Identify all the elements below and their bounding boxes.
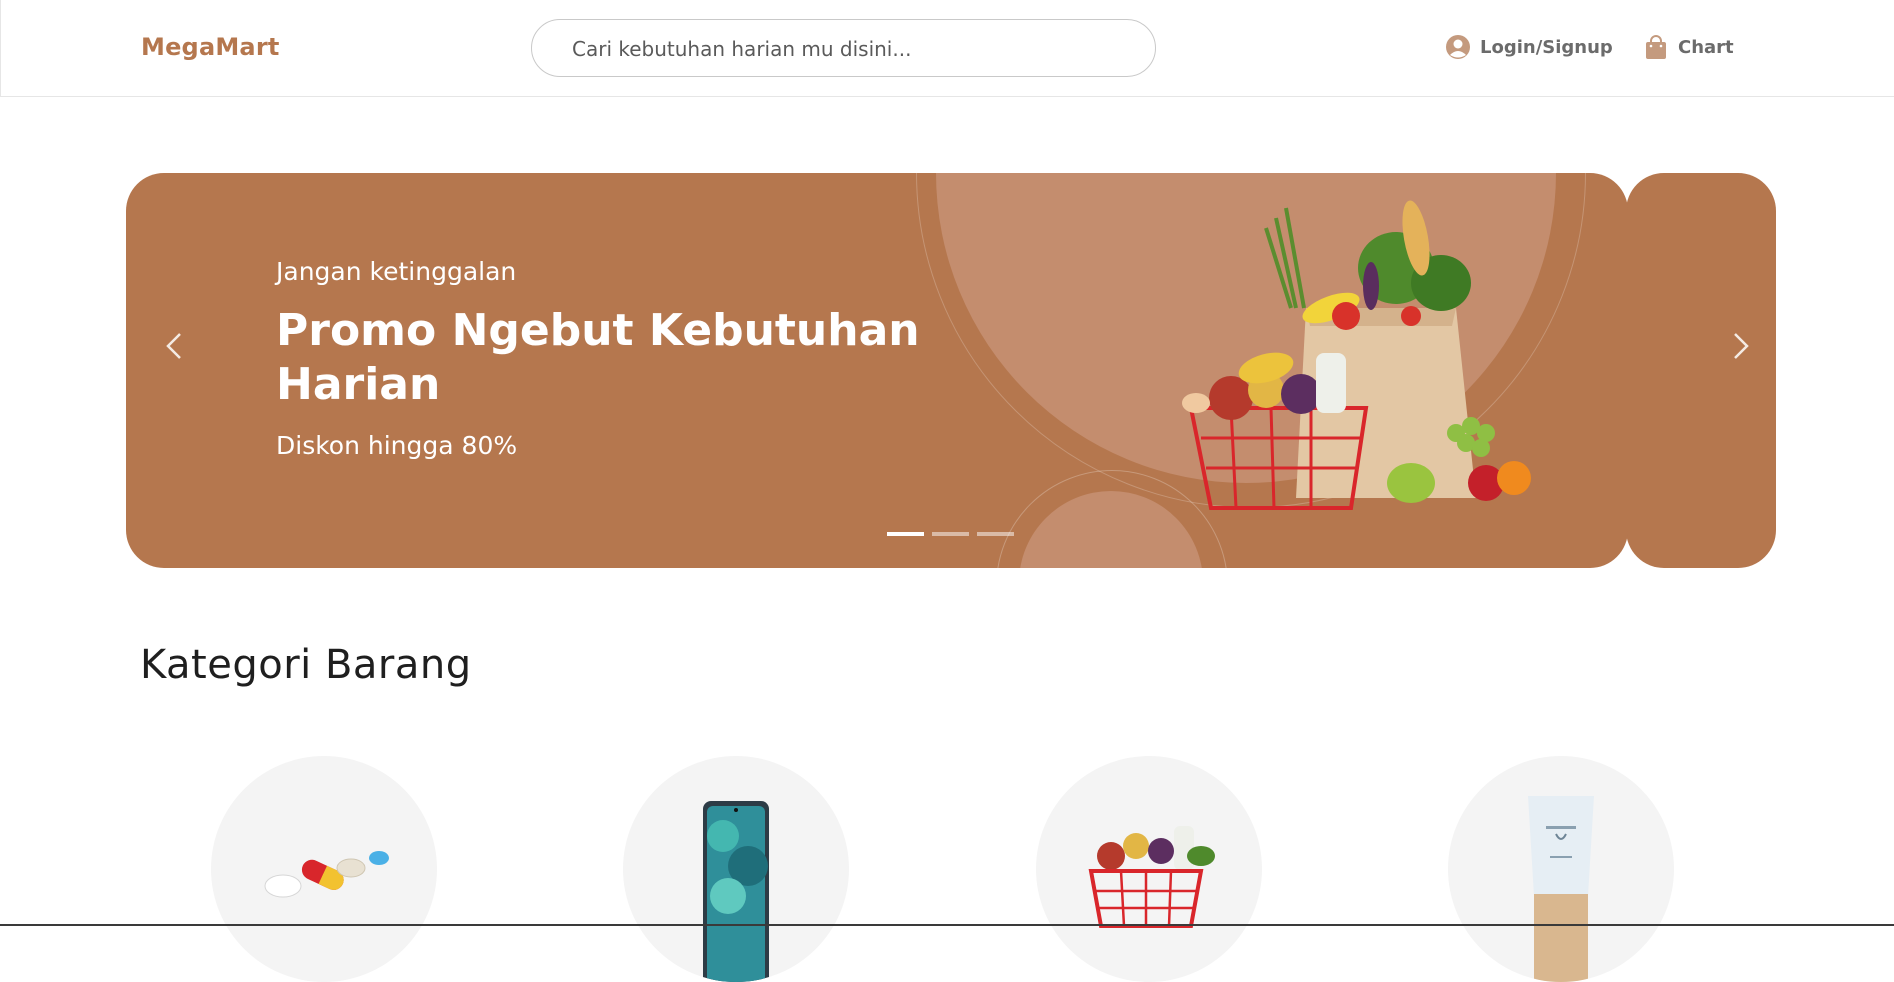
login-signup-link[interactable]: Login/Signup xyxy=(1445,34,1613,60)
grocery-basket-icon xyxy=(1088,826,1215,928)
banner-description: Diskon hingga 80% xyxy=(276,431,518,460)
brand-logo[interactable]: MegaMart xyxy=(141,33,280,61)
category-section-title: Kategori Barang xyxy=(140,642,472,688)
category-electronics[interactable] xyxy=(623,756,849,982)
pills-icon xyxy=(264,851,389,898)
banner-subtitle: Jangan ketinggalan xyxy=(276,257,517,286)
category-medicine[interactable] xyxy=(211,756,437,982)
carousel-next-button[interactable] xyxy=(1721,328,1757,364)
carousel-indicators xyxy=(887,532,1014,536)
grocery-bag-illustration xyxy=(1182,200,1531,510)
carousel-prev-button[interactable] xyxy=(158,328,194,364)
login-signup-label: Login/Signup xyxy=(1480,36,1613,58)
search-bar[interactable] xyxy=(531,19,1156,77)
cart-label: Chart xyxy=(1678,36,1734,58)
user-icon xyxy=(1445,34,1471,60)
carousel-dot[interactable] xyxy=(932,532,969,536)
carousel-dot[interactable] xyxy=(977,532,1014,536)
search-input[interactable] xyxy=(572,34,1132,64)
banner-title: Promo Ngebut Kebutuhan Harian xyxy=(276,305,920,410)
smartphone-icon xyxy=(703,801,769,982)
promo-slide[interactable]: Jangan ketinggalan Promo Ngebut Kebutuha… xyxy=(126,173,1628,568)
category-beauty[interactable] xyxy=(1448,756,1674,982)
carousel-dot[interactable] xyxy=(887,532,924,536)
cart-link[interactable]: Chart xyxy=(1643,34,1734,60)
promo-carousel: Jangan ketinggalan Promo Ngebut Kebutuha… xyxy=(126,173,1776,568)
shopping-bag-icon xyxy=(1643,34,1669,60)
skincare-tube-icon xyxy=(1528,796,1594,982)
next-slide-peek[interactable] xyxy=(1626,173,1776,568)
category-groceries[interactable] xyxy=(1036,756,1262,982)
navbar: MegaMart Login/Signup Chart xyxy=(0,0,1894,97)
